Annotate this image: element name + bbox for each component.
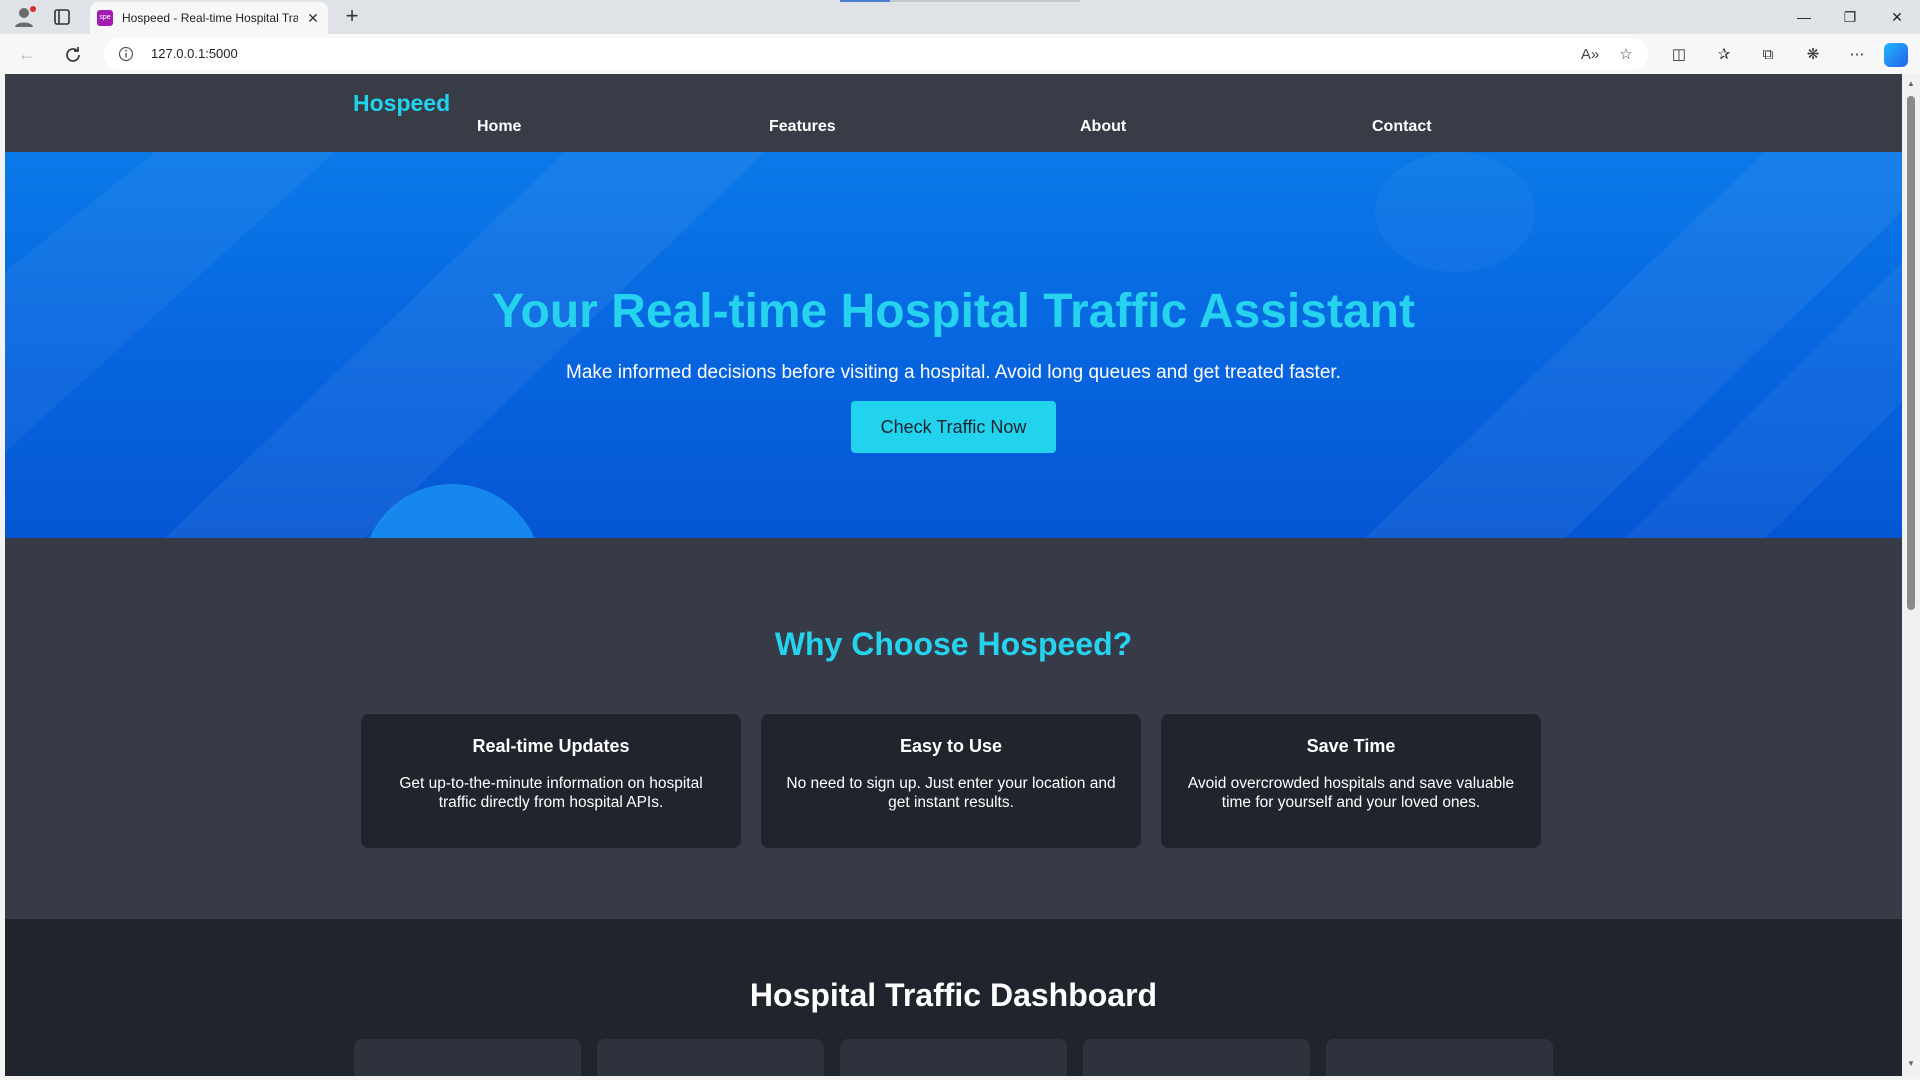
split-screen-icon[interactable]: ◫: [1668, 44, 1690, 66]
feature-card-title: Easy to Use: [899, 736, 1003, 756]
new-tab-icon[interactable]: +: [340, 4, 364, 28]
feature-card-text: Avoid overcrowded hospitals and save val…: [1187, 775, 1515, 811]
site-navbar: Hospeed Home Features About Contact: [5, 74, 1902, 152]
features-title: Why Choose Hospeed?: [774, 626, 1133, 662]
restore-icon[interactable]: ❐: [1827, 0, 1873, 34]
nav-link-home[interactable]: Home: [477, 118, 521, 136]
more-icon[interactable]: ⋯: [1846, 44, 1868, 66]
browser-tab-bar: spe Hospeed - Real-time Hospital Traffic…: [0, 0, 1920, 34]
hero-title: Your Real-time Hospital Traffic Assistan…: [492, 285, 1415, 338]
scroll-down-icon[interactable]: ▼: [1906, 1059, 1916, 1069]
notification-dot: [30, 6, 36, 12]
dashboard-card: [840, 1039, 1067, 1076]
scroll-up-icon[interactable]: ▲: [1906, 79, 1916, 89]
dashboard-section: Hospital Traffic Dashboard: [5, 919, 1902, 1076]
tab-favicon: spe: [97, 10, 113, 26]
hero-subtitle: Make informed decisions before visiting …: [566, 362, 1341, 383]
favorite-star-icon[interactable]: ☆: [1616, 45, 1636, 65]
favorites-icon[interactable]: ✰: [1713, 44, 1735, 66]
browser-toolbar: ← 127.0.0.1:5000 A» ☆ ◫ ✰ ⧉ ❋ ⋯: [0, 34, 1920, 74]
read-aloud-icon[interactable]: A»: [1580, 45, 1600, 65]
reload-icon[interactable]: [62, 44, 84, 66]
nav-link-features[interactable]: Features: [769, 118, 836, 136]
collections-icon[interactable]: ⧉: [1757, 44, 1779, 66]
hero-section: Your Real-time Hospital Traffic Assistan…: [5, 152, 1902, 538]
info-icon[interactable]: [118, 46, 134, 62]
page-viewport: Hospeed Home Features About Contact Your…: [5, 74, 1902, 1076]
feature-card-title: Real-time Updates: [472, 736, 630, 756]
active-tab[interactable]: spe Hospeed - Real-time Hospital Traffic…: [90, 2, 328, 34]
features-section: Why Choose Hospeed? Real-time Updates Ge…: [5, 538, 1902, 919]
back-icon[interactable]: ←: [18, 44, 40, 64]
url-text[interactable]: 127.0.0.1:5000: [151, 46, 238, 61]
dashboard-card: [354, 1039, 581, 1076]
page-scrollbar[interactable]: ▲ ▼: [1902, 74, 1920, 1076]
nav-link-contact[interactable]: Contact: [1372, 118, 1432, 136]
extensions-icon[interactable]: ❋: [1802, 44, 1824, 66]
dashboard-card: [1326, 1039, 1553, 1076]
tabs-icon[interactable]: [53, 8, 71, 26]
minimize-icon[interactable]: —: [1781, 0, 1827, 34]
feature-card-text: Get up-to-the-minute information on hosp…: [399, 775, 703, 811]
dashboard-title: Hospital Traffic Dashboard: [749, 977, 1158, 1013]
tab-strip-indicator: [840, 0, 890, 2]
tab-title: Hospeed - Real-time Hospital Traffic Ass…: [122, 11, 298, 25]
window-close-icon[interactable]: ✕: [1874, 0, 1920, 34]
site-logo[interactable]: Hospeed: [353, 90, 450, 117]
address-bar[interactable]: 127.0.0.1:5000 A» ☆: [104, 38, 1648, 70]
feature-card-save-time: Save Time Avoid overcrowded hospitals an…: [1161, 714, 1541, 848]
tab-strip-indicator-secondary: [890, 0, 1080, 2]
feature-card-realtime: Real-time Updates Get up-to-the-minute i…: [361, 714, 741, 848]
dashboard-card: [1083, 1039, 1310, 1076]
scrollbar-thumb[interactable]: [1907, 96, 1915, 610]
copilot-icon[interactable]: [1884, 43, 1908, 67]
feature-card-title: Save Time: [1306, 736, 1396, 756]
dashboard-card: [597, 1039, 824, 1076]
close-icon[interactable]: ✕: [304, 8, 322, 28]
check-traffic-button[interactable]: Check Traffic Now: [851, 401, 1056, 453]
hero-background-shapes: [5, 152, 1902, 538]
feature-card-easy: Easy to Use No need to sign up. Just ent…: [761, 714, 1141, 848]
feature-card-text: No need to sign up. Just enter your loca…: [786, 775, 1116, 811]
nav-link-about[interactable]: About: [1080, 118, 1126, 136]
